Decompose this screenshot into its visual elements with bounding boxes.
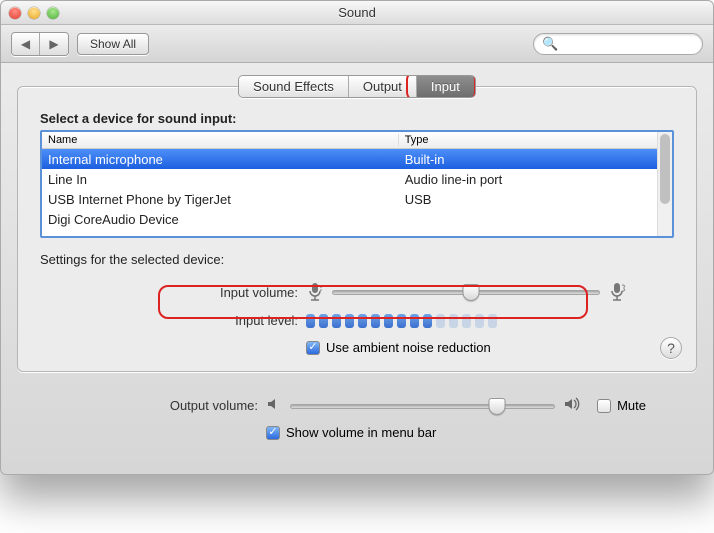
level-segment bbox=[371, 314, 380, 328]
forward-icon: ▶ bbox=[49, 37, 58, 51]
tab-label: Sound Effects bbox=[253, 79, 334, 94]
sound-prefpane-window: Sound ◀ ▶ Show All 🔍 Sound Effects bbox=[0, 0, 714, 475]
level-segment bbox=[423, 314, 432, 328]
level-segment bbox=[436, 314, 445, 328]
device-name: Line In bbox=[42, 172, 399, 187]
help-button[interactable]: ? bbox=[660, 337, 682, 359]
input-volume-label: Input volume: bbox=[88, 285, 298, 300]
mic-low-icon bbox=[306, 281, 324, 303]
device-scrollbar[interactable] bbox=[657, 132, 672, 236]
show-all-button[interactable]: Show All bbox=[77, 33, 149, 55]
output-volume-control: Mute bbox=[266, 396, 646, 415]
level-segment bbox=[475, 314, 484, 328]
menubar-checkbox-row: ✓ Show volume in menu bar bbox=[266, 425, 646, 440]
device-heading: Select a device for sound input: bbox=[40, 111, 674, 126]
speaker-high-icon bbox=[563, 396, 583, 415]
tab-label: Input bbox=[431, 79, 460, 94]
level-segment bbox=[332, 314, 341, 328]
ambient-checkbox[interactable]: ✓ bbox=[306, 341, 320, 355]
output-volume-slider[interactable] bbox=[290, 397, 555, 415]
close-button[interactable] bbox=[9, 7, 21, 19]
device-type: USB bbox=[399, 192, 657, 207]
level-segment bbox=[397, 314, 406, 328]
window-title: Sound bbox=[1, 5, 713, 20]
table-row[interactable]: Digi CoreAudio Device bbox=[42, 209, 657, 229]
level-segment bbox=[449, 314, 458, 328]
input-level-label: Input level: bbox=[88, 313, 298, 328]
scrollbar-thumb[interactable] bbox=[660, 134, 670, 204]
input-groupbox: Select a device for sound input: Name Ty… bbox=[17, 86, 697, 372]
table-row[interactable]: Line In Audio line-in port bbox=[42, 169, 657, 189]
forward-button[interactable]: ▶ bbox=[40, 33, 68, 55]
speaker-low-icon bbox=[266, 396, 282, 415]
mic-high-icon bbox=[608, 281, 626, 303]
nav-seg: ◀ ▶ bbox=[11, 32, 69, 56]
search-field[interactable]: 🔍 bbox=[533, 33, 703, 55]
show-all-label: Show All bbox=[90, 37, 136, 51]
level-segment bbox=[488, 314, 497, 328]
search-icon: 🔍 bbox=[542, 36, 558, 52]
tabs: Sound Effects Output Input bbox=[238, 75, 476, 98]
tab-sound-effects[interactable]: Sound Effects bbox=[239, 76, 349, 97]
search-input[interactable] bbox=[564, 37, 714, 51]
level-meter bbox=[306, 314, 497, 328]
input-level-meter bbox=[306, 314, 626, 328]
input-level-row: Input level: bbox=[40, 313, 674, 328]
level-segment bbox=[410, 314, 419, 328]
level-segment bbox=[345, 314, 354, 328]
device-table: Name Type Internal microphone Built-in L… bbox=[40, 130, 674, 238]
back-button[interactable]: ◀ bbox=[12, 33, 40, 55]
ambient-checkbox-row: ✓ Use ambient noise reduction bbox=[306, 340, 626, 355]
help-icon: ? bbox=[667, 340, 675, 356]
tab-input[interactable]: Input bbox=[417, 76, 475, 97]
minimize-button[interactable] bbox=[28, 7, 40, 19]
check-icon: ✓ bbox=[268, 427, 277, 438]
col-name[interactable]: Name bbox=[42, 134, 399, 146]
traffic-lights bbox=[9, 7, 59, 19]
input-volume-control bbox=[306, 281, 626, 303]
tab-output[interactable]: Output bbox=[349, 76, 417, 97]
menubar-label: Show volume in menu bar bbox=[286, 425, 436, 440]
level-segment bbox=[319, 314, 328, 328]
input-volume-row: Input volume: bbox=[40, 281, 674, 303]
slider-thumb[interactable] bbox=[463, 284, 480, 301]
ambient-row: ✓ Use ambient noise reduction bbox=[40, 340, 674, 355]
back-icon: ◀ bbox=[21, 37, 30, 51]
mute-checkbox[interactable] bbox=[597, 399, 611, 413]
output-volume-row: Output volume: Mute bbox=[47, 396, 667, 415]
mute-row: Mute bbox=[597, 398, 646, 413]
content: Sound Effects Output Input Select a devi… bbox=[1, 63, 713, 474]
col-type[interactable]: Type bbox=[399, 134, 657, 146]
output-volume-label: Output volume: bbox=[68, 398, 258, 413]
settings-heading: Settings for the selected device: bbox=[40, 252, 674, 267]
menubar-checkbox[interactable]: ✓ bbox=[266, 426, 280, 440]
output-section: Output volume: Mute bbox=[17, 372, 697, 458]
slider-thumb[interactable] bbox=[488, 398, 505, 415]
device-table-body: Name Type Internal microphone Built-in L… bbox=[42, 132, 657, 236]
menubar-row: ✓ Show volume in menu bar bbox=[47, 425, 667, 440]
level-segment bbox=[384, 314, 393, 328]
check-icon: ✓ bbox=[308, 342, 317, 353]
input-volume-slider[interactable] bbox=[332, 283, 600, 301]
device-header: Name Type bbox=[42, 132, 657, 149]
zoom-button[interactable] bbox=[47, 7, 59, 19]
device-name: Internal microphone bbox=[42, 152, 399, 167]
slider-track bbox=[290, 404, 555, 409]
level-segment bbox=[358, 314, 367, 328]
titlebar: Sound bbox=[1, 1, 713, 25]
table-row[interactable]: USB Internet Phone by TigerJet USB bbox=[42, 189, 657, 209]
level-segment bbox=[306, 314, 315, 328]
device-type: Audio line-in port bbox=[399, 172, 657, 187]
device-name: Digi CoreAudio Device bbox=[42, 212, 399, 227]
ambient-label: Use ambient noise reduction bbox=[326, 340, 491, 355]
tabs-wrap: Sound Effects Output Input bbox=[17, 75, 697, 98]
toolbar: ◀ ▶ Show All 🔍 bbox=[1, 25, 713, 63]
table-row[interactable]: Internal microphone Built-in bbox=[42, 149, 657, 169]
level-segment bbox=[462, 314, 471, 328]
device-type: Built-in bbox=[399, 152, 657, 167]
device-name: USB Internet Phone by TigerJet bbox=[42, 192, 399, 207]
tab-label: Output bbox=[363, 79, 402, 94]
mute-label: Mute bbox=[617, 398, 646, 413]
